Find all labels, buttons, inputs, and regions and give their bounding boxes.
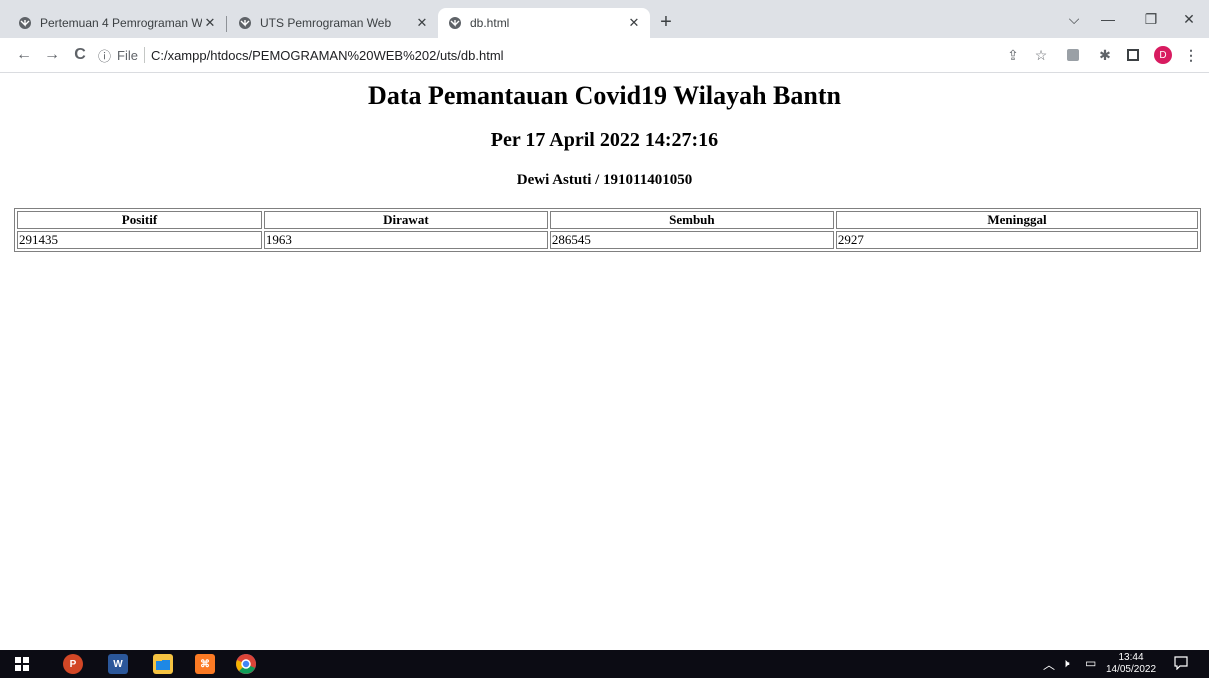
chrome-icon[interactable] xyxy=(236,654,256,674)
reload-icon[interactable]: C xyxy=(68,43,92,67)
tab-divider xyxy=(226,16,227,32)
back-arrow-icon[interactable]: ← xyxy=(12,43,36,67)
pdf-extension-icon[interactable] xyxy=(1064,46,1082,64)
tab-title: db.html xyxy=(470,16,510,30)
column-header-positif: Positif xyxy=(17,211,262,229)
menu-kebab-icon[interactable]: ⋮ xyxy=(1182,46,1200,64)
column-header-sembuh: Sembuh xyxy=(549,211,834,229)
minimize-icon[interactable]: — xyxy=(1093,6,1123,32)
table-row: 291435 1963 286545 2927 xyxy=(17,231,1198,249)
xampp-icon[interactable]: ⌘ xyxy=(195,654,215,674)
info-icon[interactable]: ⓘ xyxy=(98,46,111,65)
author-line: Dewi Astuti / 191011401050 xyxy=(516,172,693,188)
share-icon[interactable]: ⇪ xyxy=(1004,46,1022,64)
tab-search-chevron-icon[interactable]: ⌵ xyxy=(1059,6,1089,32)
cell-positif: 291435 xyxy=(17,231,262,249)
windows-start-icon[interactable] xyxy=(12,654,32,674)
close-tab-icon[interactable]: ✕ xyxy=(202,15,218,31)
extensions-puzzle-icon[interactable]: ✱ xyxy=(1096,46,1114,64)
scheme-label: File xyxy=(117,47,138,63)
column-header-meninggal: Meninggal xyxy=(835,211,1198,229)
taskbar-clock[interactable]: 13:44 14/05/2022 xyxy=(1105,652,1157,676)
file-explorer-icon[interactable] xyxy=(153,654,173,674)
tab-db-html[interactable]: db.html ✕ xyxy=(438,8,650,38)
tab-title: Pertemuan 4 Pemrograman Web xyxy=(40,16,202,30)
windows-taskbar: P W ⌘ ︿ 🕨 ▭ 13:44 14/05/2022 xyxy=(0,650,1209,678)
side-panel-icon[interactable] xyxy=(1124,46,1142,64)
restore-icon[interactable]: ❐ xyxy=(1136,6,1166,32)
word-icon[interactable]: W xyxy=(108,654,128,674)
close-tab-icon[interactable]: ✕ xyxy=(626,15,642,31)
cell-meninggal: 2927 xyxy=(835,231,1198,249)
cell-dirawat: 1963 xyxy=(263,231,548,249)
close-window-icon[interactable]: ✕ xyxy=(1174,6,1204,32)
globe-icon xyxy=(18,16,32,30)
page-subtitle: Per 17 April 2022 14:27:16 xyxy=(490,129,719,151)
bookmark-star-icon[interactable]: ☆ xyxy=(1032,46,1050,64)
globe-icon xyxy=(238,16,252,30)
battery-icon[interactable]: ▭ xyxy=(1085,656,1096,670)
tab-pertemuan-4[interactable]: Pertemuan 4 Pemrograman Web ✕ xyxy=(8,8,226,38)
forward-arrow-icon[interactable]: → xyxy=(40,43,64,67)
tab-strip: Pertemuan 4 Pemrograman Web ✕ UTS Pemrog… xyxy=(0,0,1209,38)
globe-icon xyxy=(448,16,462,30)
tab-uts-pemrograman-web[interactable]: UTS Pemrograman Web ✕ xyxy=(228,8,438,38)
volume-muted-icon[interactable]: 🕨 xyxy=(1062,656,1070,671)
new-tab-button[interactable]: + xyxy=(654,10,678,34)
tab-title: UTS Pemrograman Web xyxy=(260,16,392,30)
browser-toolbar: ← → C ⓘ File C:/xampp/htdocs/PEMOGRAMAN%… xyxy=(0,38,1209,73)
omnibox-divider xyxy=(143,47,145,63)
covid-data-table: Positif Dirawat Sembuh Meninggal 291435 … xyxy=(14,208,1201,252)
url-text[interactable]: C:/xampp/htdocs/PEMOGRAMAN%20WEB%202/uts… xyxy=(151,48,504,63)
powerpoint-icon[interactable]: P xyxy=(63,654,83,674)
tray-chevron-up-icon[interactable]: ︿ xyxy=(1043,656,1055,673)
table-header-row: Positif Dirawat Sembuh Meninggal xyxy=(17,211,1198,229)
close-tab-icon[interactable]: ✕ xyxy=(414,15,430,31)
cell-sembuh: 286545 xyxy=(549,231,834,249)
clock-time: 13:44 xyxy=(1118,652,1144,663)
clock-date: 14/05/2022 xyxy=(1105,664,1157,675)
column-header-dirawat: Dirawat xyxy=(263,211,548,229)
profile-avatar-icon[interactable]: D xyxy=(1154,46,1172,64)
address-bar[interactable]: ⓘ File C:/xampp/htdocs/PEMOGRAMAN%20WEB%… xyxy=(98,42,998,68)
notification-icon[interactable] xyxy=(1174,656,1188,673)
page-title: Data Pemantauan Covid19 Wilayah Bantn xyxy=(368,81,841,110)
page-content: Data Pemantauan Covid19 Wilayah Bantn Pe… xyxy=(0,73,1209,650)
